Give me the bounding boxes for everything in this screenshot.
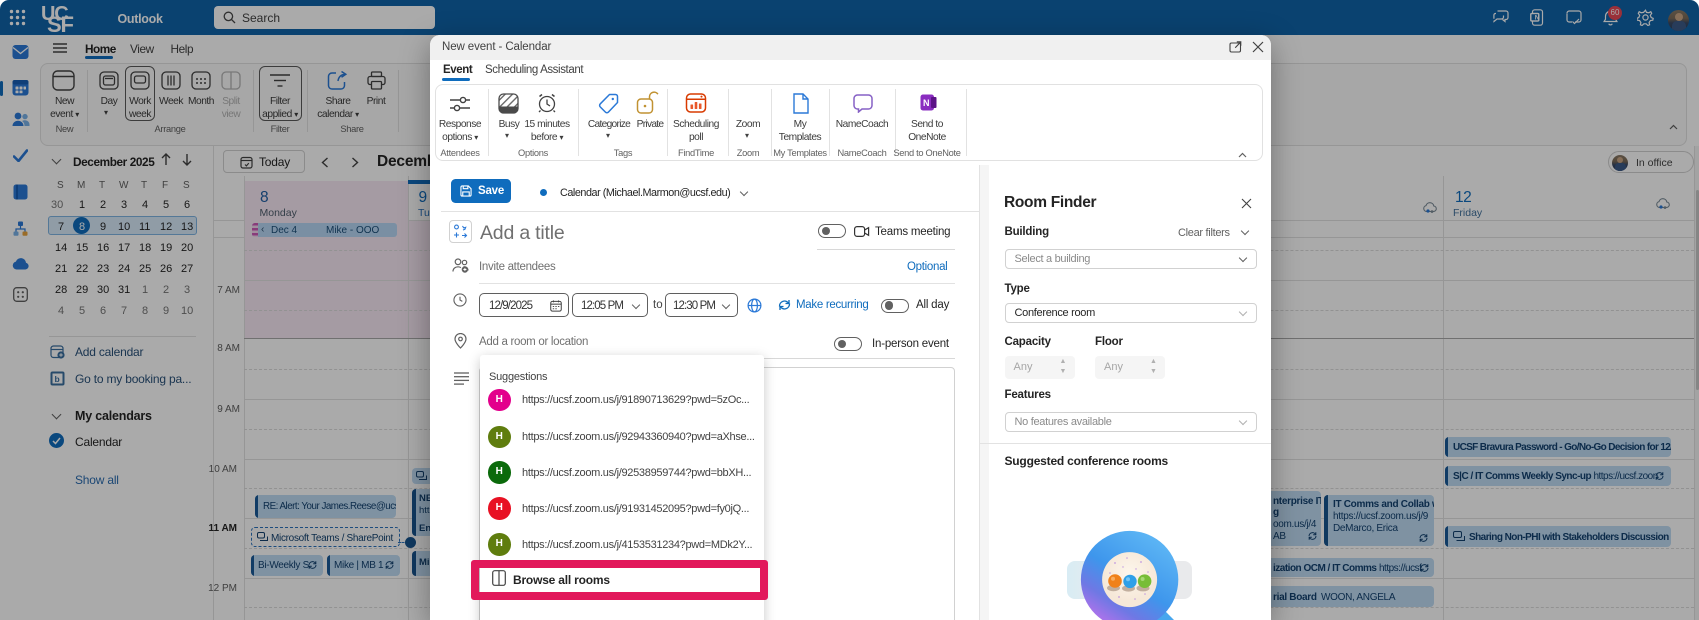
svg-text:N: N [923, 98, 930, 108]
